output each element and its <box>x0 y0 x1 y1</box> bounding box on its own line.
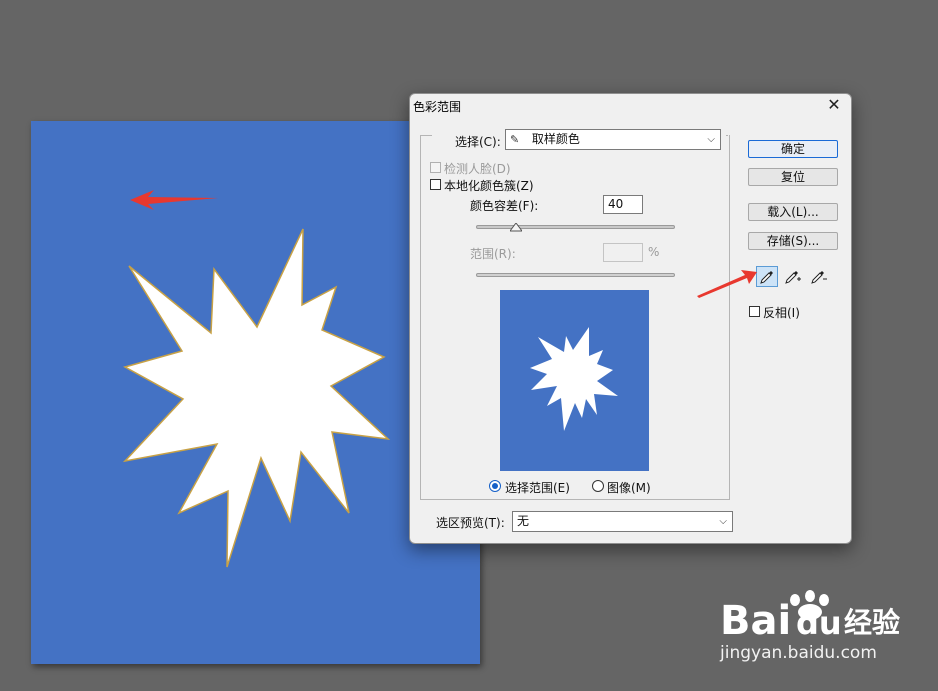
svg-text:du: du <box>796 604 842 642</box>
group-border <box>420 135 432 136</box>
range-slider[interactable] <box>476 273 675 277</box>
select-dropdown-value: 取样颜色 <box>531 132 580 146</box>
annotation-arrow-left <box>130 190 218 210</box>
fuzziness-slider-thumb[interactable] <box>509 223 522 232</box>
eyedropper-tool[interactable] <box>756 266 778 287</box>
annotation-arrow-eyedropper <box>697 270 757 298</box>
selection-preview-image <box>500 290 649 471</box>
localized-clusters-checkbox[interactable] <box>430 179 441 190</box>
eyedropper-add-tool[interactable] <box>782 266 804 287</box>
baidu-logo: Bai du 经验 <box>720 590 900 644</box>
svg-text:经验: 经验 <box>844 606 900 639</box>
range-unit: % <box>648 245 660 259</box>
save-button[interactable]: 存储(S)... <box>748 232 838 250</box>
chevron-down-icon: ⌵ <box>719 516 727 527</box>
eyedropper-minus-icon <box>811 270 827 284</box>
detect-faces-label: 检测人脸(D) <box>444 162 511 176</box>
selection-preview-dropdown[interactable]: 无 ⌵ <box>512 511 733 532</box>
invert-label: 反相(I) <box>763 306 800 320</box>
eyedropper-icon: ✎ <box>510 133 520 146</box>
chevron-down-icon: ⌵ <box>707 134 715 145</box>
localized-clusters-label: 本地化颜色簇(Z) <box>444 179 534 193</box>
close-icon[interactable]: ✕ <box>825 96 843 114</box>
radio-selection-label: 选择范围(E) <box>505 481 570 495</box>
fuzziness-slider[interactable] <box>476 225 675 229</box>
logo-text: Bai <box>720 598 791 644</box>
reset-button[interactable]: 复位 <box>748 168 838 186</box>
range-label: 范围(R): <box>470 247 516 261</box>
group-border <box>726 135 728 136</box>
radio-image-label: 图像(M) <box>607 481 651 495</box>
ok-button[interactable]: 确定 <box>748 140 838 158</box>
invert-checkbox[interactable] <box>749 306 760 317</box>
select-label: 选择(C): <box>455 135 501 149</box>
color-range-dialog: 色彩范围 ✕ 选择(C): ✎ 取样颜色 ⌵ 检测人脸(D) 本地化颜色簇(Z)… <box>409 93 852 544</box>
baidu-watermark: Bai du 经验 jingyan.baidu.com <box>720 590 930 663</box>
eyedropper-icon <box>760 270 773 284</box>
radio-image[interactable] <box>592 480 604 492</box>
selection-preview-label: 选区预览(T): <box>436 516 505 530</box>
select-dropdown[interactable]: ✎ 取样颜色 ⌵ <box>505 129 721 150</box>
eyedropper-subtract-tool[interactable] <box>808 266 830 287</box>
range-input[interactable] <box>603 243 643 262</box>
eyedropper-plus-icon <box>785 270 801 284</box>
selection-preview-value: 无 <box>517 514 530 528</box>
watermark-url: jingyan.baidu.com <box>720 643 877 663</box>
dialog-title: 色彩范围 <box>413 100 462 114</box>
fuzziness-input[interactable]: 40 <box>603 195 643 214</box>
load-button[interactable]: 载入(L)... <box>748 203 838 221</box>
fuzziness-label: 颜色容差(F): <box>470 199 539 213</box>
radio-selection[interactable] <box>489 480 501 492</box>
detect-faces-checkbox[interactable] <box>430 162 441 173</box>
